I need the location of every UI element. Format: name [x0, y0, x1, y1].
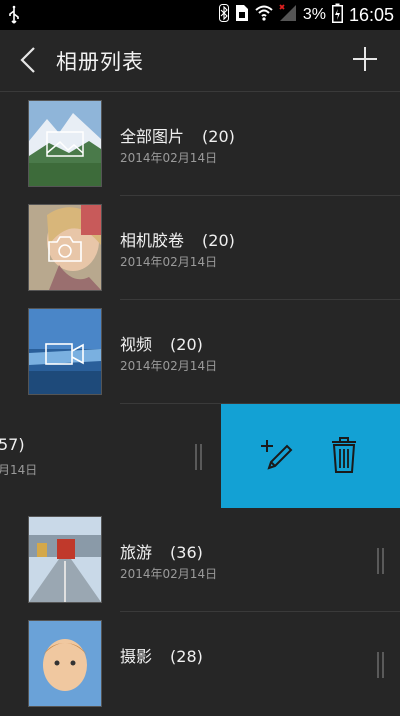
clock: 16:05 [348, 4, 394, 25]
signal-icon [279, 4, 297, 26]
album-name: 相机胶卷 [120, 231, 185, 250]
plus-icon[interactable] [352, 46, 378, 76]
album-row-photography[interactable]: 摄影 (28) [0, 612, 400, 716]
usb-icon [8, 5, 20, 29]
drag-handle[interactable] [194, 444, 204, 470]
video-icon [45, 343, 85, 365]
album-thumbnail [28, 204, 102, 291]
album-name: 全部图片 [120, 127, 185, 146]
title-bar: 相册列表 [0, 30, 400, 92]
album-date: 2014年02月14日 [120, 255, 218, 269]
battery-icon [331, 3, 343, 27]
album-name: 旅游 [120, 543, 153, 562]
album-count: (36) [170, 543, 203, 562]
album-thumbnail [28, 100, 102, 187]
drag-handle[interactable] [376, 652, 386, 678]
drag-handle[interactable] [376, 548, 386, 574]
sim-icon [235, 4, 249, 26]
album-name: 摄影 [120, 647, 153, 666]
album-count: (28) [170, 647, 203, 666]
bluetooth-icon [218, 4, 229, 26]
chevron-left-icon[interactable] [18, 46, 38, 78]
album-row-swiped[interactable]: 57) 月14日 [0, 404, 400, 508]
image-icon [46, 131, 84, 157]
album-thumbnail [28, 308, 102, 395]
album-count: (20) [202, 231, 235, 250]
album-count: 57) [0, 435, 25, 454]
page-title: 相册列表 [56, 50, 144, 74]
album-date: 月14日 [0, 463, 38, 477]
battery-percent: 3% [302, 6, 326, 23]
trash-icon[interactable] [331, 436, 357, 478]
swipe-action-panel [221, 404, 400, 508]
album-name: 视频 [120, 335, 153, 354]
album-row-travel[interactable]: 旅游 (36) 2014年02月14日 [0, 508, 400, 612]
camera-icon [47, 235, 83, 263]
album-count: (20) [202, 127, 235, 146]
album-date: 2014年02月14日 [120, 359, 218, 373]
album-row-camera-roll[interactable]: 相机胶卷 (20) 2014年02月14日 [0, 196, 400, 300]
album-list: 全部图片 (20) 2014年02月14日 相机胶卷 (20) 2014年02月14… [0, 92, 400, 716]
status-bar: 3% 16:05 [0, 0, 400, 30]
album-thumbnail [28, 516, 102, 603]
album-count: (20) [170, 335, 203, 354]
album-thumbnail [28, 620, 102, 707]
album-date: 2014年02月14日 [120, 567, 218, 581]
add-edit-icon[interactable] [259, 438, 293, 476]
album-date: 2014年02月14日 [120, 151, 218, 165]
wifi-icon [255, 5, 273, 25]
album-row-all[interactable]: 全部图片 (20) 2014年02月14日 [0, 92, 400, 196]
album-row-video[interactable]: 视频 (20) 2014年02月14日 [0, 300, 400, 404]
